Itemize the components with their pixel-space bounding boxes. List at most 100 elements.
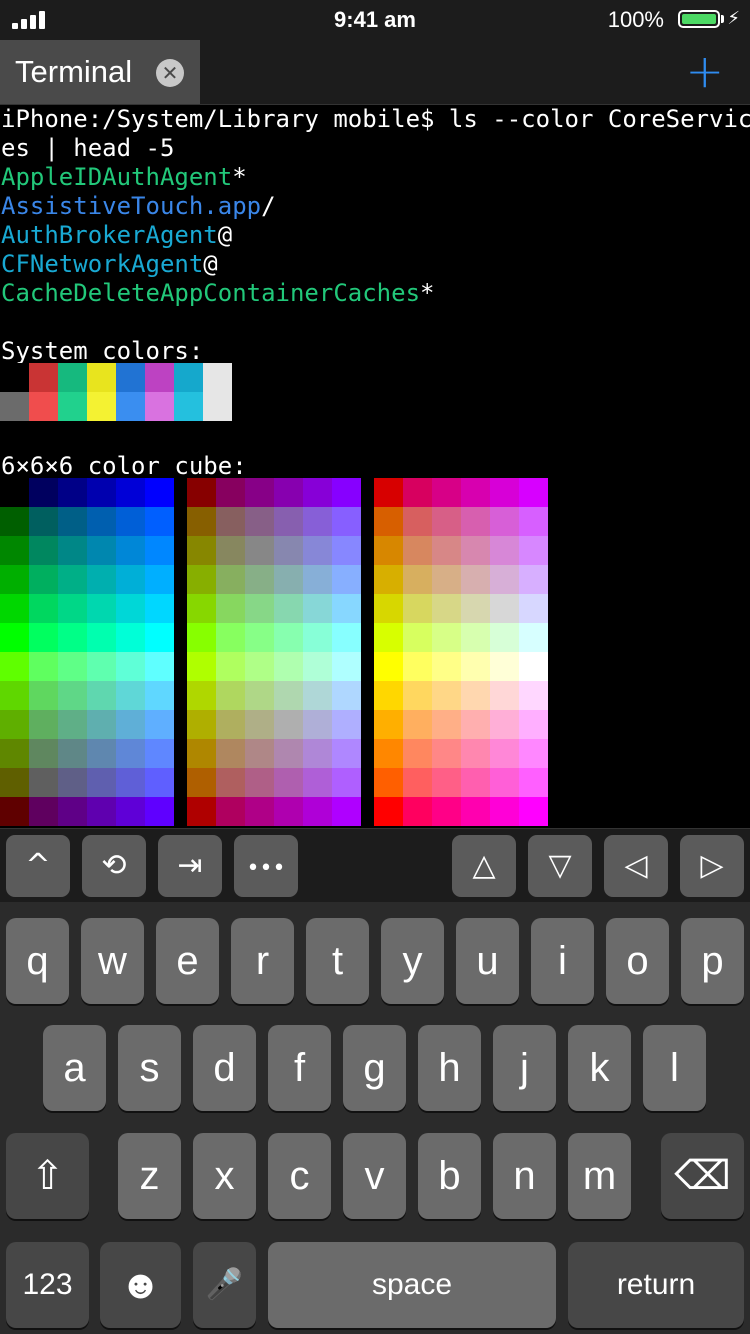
more-key[interactable]: ••• — [234, 835, 298, 897]
color-cube-cell — [116, 507, 145, 536]
new-tab-button[interactable]: + — [685, 48, 724, 94]
key-m[interactable]: m — [568, 1133, 631, 1219]
color-cube-cell — [374, 594, 403, 623]
system-color-swatch — [0, 392, 29, 421]
key-w[interactable]: w — [81, 918, 144, 1004]
color-cube-cell — [374, 478, 403, 507]
color-cube-cell — [87, 565, 116, 594]
color-cube-cell — [245, 739, 274, 768]
color-cube-cell — [0, 768, 29, 797]
color-cube-cell — [432, 507, 461, 536]
dictation-icon: 🎤 — [205, 1268, 244, 1301]
key-y[interactable]: y — [381, 918, 444, 1004]
color-cube-cell — [403, 507, 432, 536]
space-key[interactable]: space — [268, 1242, 556, 1328]
key-o[interactable]: o — [606, 918, 669, 1004]
color-cube-cell — [332, 710, 361, 739]
key-label: b — [438, 1154, 461, 1198]
close-circle-icon[interactable]: ✕ — [156, 59, 184, 87]
up-arrow-key[interactable]: △ — [452, 835, 516, 897]
key-l[interactable]: l — [643, 1025, 706, 1111]
shift-icon: ⇧ — [30, 1154, 65, 1198]
key-label: j — [520, 1046, 529, 1090]
color-cube-cell — [116, 565, 145, 594]
key-r[interactable]: r — [231, 918, 294, 1004]
key-u[interactable]: u — [456, 918, 519, 1004]
key-t[interactable]: t — [306, 918, 369, 1004]
color-cube-cell — [403, 565, 432, 594]
color-cube-cell — [216, 739, 245, 768]
system-color-swatch — [145, 392, 174, 421]
key-d[interactable]: d — [193, 1025, 256, 1111]
color-cube-cell — [403, 623, 432, 652]
color-cube-cell — [29, 623, 58, 652]
color-cube-cell — [87, 681, 116, 710]
color-cube-cell — [332, 594, 361, 623]
key-x[interactable]: x — [193, 1133, 256, 1219]
color-cube-cell — [216, 681, 245, 710]
key-f[interactable]: f — [268, 1025, 331, 1111]
color-cube-cell — [216, 536, 245, 565]
color-cube-cell — [303, 739, 332, 768]
color-cube-cell — [187, 623, 216, 652]
delete-key[interactable]: ⌫ — [661, 1133, 744, 1219]
file-listing-item: CFNetworkAgent@ — [1, 250, 218, 279]
tab-key[interactable]: ⇥ — [158, 835, 222, 897]
key-label: e — [176, 939, 199, 983]
shift-key[interactable]: ⇧ — [6, 1133, 89, 1219]
left-arrow-key[interactable]: ◁ — [604, 835, 668, 897]
color-cube-cell — [145, 768, 174, 797]
color-cube-cell — [274, 768, 303, 797]
key-h[interactable]: h — [418, 1025, 481, 1111]
color-cube-cell — [274, 594, 303, 623]
emoji-key[interactable]: ☻ — [100, 1242, 181, 1328]
key-p[interactable]: p — [681, 918, 744, 1004]
tab-terminal[interactable]: Terminal ✕ — [0, 40, 200, 104]
color-cube-cell — [145, 681, 174, 710]
color-cube-cell — [303, 536, 332, 565]
dictation-key[interactable]: 🎤 — [193, 1242, 256, 1328]
color-cube-cell — [87, 594, 116, 623]
system-color-swatch — [203, 392, 232, 421]
key-g[interactable]: g — [343, 1025, 406, 1111]
key-k[interactable]: k — [568, 1025, 631, 1111]
ctrl-key[interactable]: ^ — [6, 835, 70, 897]
color-cube-cell — [216, 652, 245, 681]
key-e[interactable]: e — [156, 918, 219, 1004]
color-cube-cell — [490, 507, 519, 536]
color-cube-cell — [87, 536, 116, 565]
color-cube-cell — [216, 710, 245, 739]
numbers-key[interactable]: 123 — [6, 1242, 89, 1328]
key-q[interactable]: q — [6, 918, 69, 1004]
color-cube-cell — [187, 797, 216, 826]
key-v[interactable]: v — [343, 1133, 406, 1219]
key-n[interactable]: n — [493, 1133, 556, 1219]
key-a[interactable]: a — [43, 1025, 106, 1111]
color-cube-cell — [145, 594, 174, 623]
color-cube-cell — [374, 739, 403, 768]
key-j[interactable]: j — [493, 1025, 556, 1111]
key-b[interactable]: b — [418, 1133, 481, 1219]
color-cube-cell — [519, 565, 548, 594]
file-name: CacheDeleteAppContainerCaches — [1, 279, 421, 307]
key-label: o — [626, 939, 649, 983]
return-key[interactable]: return — [568, 1242, 744, 1328]
key-z[interactable]: z — [118, 1133, 181, 1219]
key-s[interactable]: s — [118, 1025, 181, 1111]
key-label: space — [371, 1268, 453, 1301]
history-key[interactable]: ⟲ — [82, 835, 146, 897]
color-cube-cell — [519, 478, 548, 507]
color-cube-cell — [29, 594, 58, 623]
key-c[interactable]: c — [268, 1133, 331, 1219]
terminal-output[interactable]: iPhone:/System/Library mobile$ ls --colo… — [0, 105, 750, 828]
key-i[interactable]: i — [531, 918, 594, 1004]
color-cube-cell — [216, 797, 245, 826]
right-arrow-key[interactable]: ▷ — [680, 835, 744, 897]
color-cube-cell — [403, 710, 432, 739]
color-cube-cell — [519, 594, 548, 623]
color-cube-cell — [303, 478, 332, 507]
down-arrow-key[interactable]: ▽ — [528, 835, 592, 897]
color-cube-cell — [58, 652, 87, 681]
color-cube-cell — [303, 710, 332, 739]
file-listing-item: AssistiveTouch.app/ — [1, 192, 276, 221]
